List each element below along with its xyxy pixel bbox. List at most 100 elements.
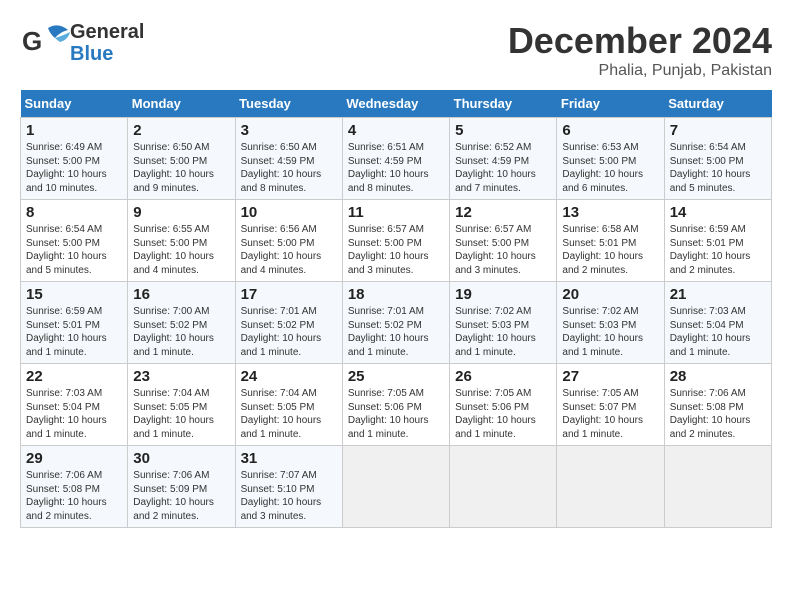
- day-number: 26: [455, 368, 551, 385]
- day-info: Sunrise: 6:54 AM Sunset: 5:00 PM Dayligh…: [670, 141, 766, 195]
- calendar-cell: 6 Sunrise: 6:53 AM Sunset: 5:00 PM Dayli…: [557, 118, 664, 200]
- calendar-week-row: 8 Sunrise: 6:54 AM Sunset: 5:00 PM Dayli…: [21, 200, 772, 282]
- calendar-week-row: 29 Sunrise: 7:06 AM Sunset: 5:08 PM Dayl…: [21, 446, 772, 528]
- day-number: 22: [26, 368, 122, 385]
- calendar-cell: 26 Sunrise: 7:05 AM Sunset: 5:06 PM Dayl…: [450, 364, 557, 446]
- day-info: Sunrise: 7:04 AM Sunset: 5:05 PM Dayligh…: [133, 387, 229, 441]
- header-friday: Friday: [557, 90, 664, 118]
- header-monday: Monday: [128, 90, 235, 118]
- logo-blue: Blue: [70, 43, 144, 65]
- day-number: 12: [455, 204, 551, 221]
- header-tuesday: Tuesday: [235, 90, 342, 118]
- calendar-cell: 3 Sunrise: 6:50 AM Sunset: 4:59 PM Dayli…: [235, 118, 342, 200]
- day-number: 31: [241, 450, 337, 467]
- calendar-week-row: 22 Sunrise: 7:03 AM Sunset: 5:04 PM Dayl…: [21, 364, 772, 446]
- calendar-week-row: 15 Sunrise: 6:59 AM Sunset: 5:01 PM Dayl…: [21, 282, 772, 364]
- day-number: 24: [241, 368, 337, 385]
- day-info: Sunrise: 7:03 AM Sunset: 5:04 PM Dayligh…: [670, 305, 766, 359]
- calendar-cell: 25 Sunrise: 7:05 AM Sunset: 5:06 PM Dayl…: [342, 364, 449, 446]
- calendar-cell: 14 Sunrise: 6:59 AM Sunset: 5:01 PM Dayl…: [664, 200, 771, 282]
- calendar-cell: 17 Sunrise: 7:01 AM Sunset: 5:02 PM Dayl…: [235, 282, 342, 364]
- day-info: Sunrise: 6:52 AM Sunset: 4:59 PM Dayligh…: [455, 141, 551, 195]
- header-wednesday: Wednesday: [342, 90, 449, 118]
- day-number: 27: [562, 368, 658, 385]
- day-info: Sunrise: 7:04 AM Sunset: 5:05 PM Dayligh…: [241, 387, 337, 441]
- day-info: Sunrise: 6:59 AM Sunset: 5:01 PM Dayligh…: [26, 305, 122, 359]
- calendar-cell: 12 Sunrise: 6:57 AM Sunset: 5:00 PM Dayl…: [450, 200, 557, 282]
- calendar-cell: 19 Sunrise: 7:02 AM Sunset: 5:03 PM Dayl…: [450, 282, 557, 364]
- day-info: Sunrise: 6:57 AM Sunset: 5:00 PM Dayligh…: [348, 223, 444, 277]
- calendar-cell: 27 Sunrise: 7:05 AM Sunset: 5:07 PM Dayl…: [557, 364, 664, 446]
- day-number: 18: [348, 286, 444, 303]
- calendar-cell: 21 Sunrise: 7:03 AM Sunset: 5:04 PM Dayl…: [664, 282, 771, 364]
- calendar-cell: 22 Sunrise: 7:03 AM Sunset: 5:04 PM Dayl…: [21, 364, 128, 446]
- calendar-cell: 5 Sunrise: 6:52 AM Sunset: 4:59 PM Dayli…: [450, 118, 557, 200]
- day-number: 4: [348, 122, 444, 139]
- calendar-cell: 10 Sunrise: 6:56 AM Sunset: 5:00 PM Dayl…: [235, 200, 342, 282]
- calendar-cell: 9 Sunrise: 6:55 AM Sunset: 5:00 PM Dayli…: [128, 200, 235, 282]
- day-info: Sunrise: 7:03 AM Sunset: 5:04 PM Dayligh…: [26, 387, 122, 441]
- day-number: 30: [133, 450, 229, 467]
- day-info: Sunrise: 7:06 AM Sunset: 5:09 PM Dayligh…: [133, 469, 229, 523]
- calendar-cell: [557, 446, 664, 528]
- calendar-cell: 24 Sunrise: 7:04 AM Sunset: 5:05 PM Dayl…: [235, 364, 342, 446]
- logo-general: General: [70, 21, 144, 43]
- location-title: Phalia, Punjab, Pakistan: [508, 62, 772, 80]
- day-number: 8: [26, 204, 122, 221]
- day-info: Sunrise: 7:01 AM Sunset: 5:02 PM Dayligh…: [241, 305, 337, 359]
- calendar-cell: 8 Sunrise: 6:54 AM Sunset: 5:00 PM Dayli…: [21, 200, 128, 282]
- day-info: Sunrise: 7:00 AM Sunset: 5:02 PM Dayligh…: [133, 305, 229, 359]
- calendar-cell: [342, 446, 449, 528]
- title-area: December 2024 Phalia, Punjab, Pakistan: [508, 20, 772, 80]
- svg-text:G: G: [22, 26, 42, 56]
- day-number: 11: [348, 204, 444, 221]
- day-number: 14: [670, 204, 766, 221]
- calendar-table: Sunday Monday Tuesday Wednesday Thursday…: [20, 90, 772, 528]
- day-info: Sunrise: 7:02 AM Sunset: 5:03 PM Dayligh…: [455, 305, 551, 359]
- day-info: Sunrise: 7:06 AM Sunset: 5:08 PM Dayligh…: [26, 469, 122, 523]
- header: G General Blue December 2024 Phalia, Pun…: [20, 20, 772, 80]
- day-info: Sunrise: 7:06 AM Sunset: 5:08 PM Dayligh…: [670, 387, 766, 441]
- calendar-week-row: 1 Sunrise: 6:49 AM Sunset: 5:00 PM Dayli…: [21, 118, 772, 200]
- day-number: 29: [26, 450, 122, 467]
- day-number: 19: [455, 286, 551, 303]
- calendar-cell: [450, 446, 557, 528]
- day-number: 3: [241, 122, 337, 139]
- day-number: 15: [26, 286, 122, 303]
- day-number: 28: [670, 368, 766, 385]
- day-number: 6: [562, 122, 658, 139]
- day-number: 5: [455, 122, 551, 139]
- day-number: 7: [670, 122, 766, 139]
- day-info: Sunrise: 6:49 AM Sunset: 5:00 PM Dayligh…: [26, 141, 122, 195]
- day-number: 9: [133, 204, 229, 221]
- day-number: 1: [26, 122, 122, 139]
- day-number: 16: [133, 286, 229, 303]
- month-title: December 2024: [508, 20, 772, 62]
- day-info: Sunrise: 6:56 AM Sunset: 5:00 PM Dayligh…: [241, 223, 337, 277]
- day-number: 10: [241, 204, 337, 221]
- day-number: 23: [133, 368, 229, 385]
- calendar-cell: 11 Sunrise: 6:57 AM Sunset: 5:00 PM Dayl…: [342, 200, 449, 282]
- day-info: Sunrise: 6:58 AM Sunset: 5:01 PM Dayligh…: [562, 223, 658, 277]
- day-number: 13: [562, 204, 658, 221]
- calendar-cell: 4 Sunrise: 6:51 AM Sunset: 4:59 PM Dayli…: [342, 118, 449, 200]
- logo-icon: G: [20, 20, 75, 65]
- calendar-cell: 31 Sunrise: 7:07 AM Sunset: 5:10 PM Dayl…: [235, 446, 342, 528]
- day-info: Sunrise: 6:53 AM Sunset: 5:00 PM Dayligh…: [562, 141, 658, 195]
- calendar-cell: 13 Sunrise: 6:58 AM Sunset: 5:01 PM Dayl…: [557, 200, 664, 282]
- calendar-cell: 28 Sunrise: 7:06 AM Sunset: 5:08 PM Dayl…: [664, 364, 771, 446]
- calendar-cell: 1 Sunrise: 6:49 AM Sunset: 5:00 PM Dayli…: [21, 118, 128, 200]
- calendar-cell: 18 Sunrise: 7:01 AM Sunset: 5:02 PM Dayl…: [342, 282, 449, 364]
- day-info: Sunrise: 7:01 AM Sunset: 5:02 PM Dayligh…: [348, 305, 444, 359]
- day-number: 17: [241, 286, 337, 303]
- day-headers-row: Sunday Monday Tuesday Wednesday Thursday…: [21, 90, 772, 118]
- day-info: Sunrise: 6:55 AM Sunset: 5:00 PM Dayligh…: [133, 223, 229, 277]
- day-info: Sunrise: 7:02 AM Sunset: 5:03 PM Dayligh…: [562, 305, 658, 359]
- day-info: Sunrise: 6:50 AM Sunset: 4:59 PM Dayligh…: [241, 141, 337, 195]
- day-info: Sunrise: 6:50 AM Sunset: 5:00 PM Dayligh…: [133, 141, 229, 195]
- day-info: Sunrise: 6:59 AM Sunset: 5:01 PM Dayligh…: [670, 223, 766, 277]
- calendar-cell: 16 Sunrise: 7:00 AM Sunset: 5:02 PM Dayl…: [128, 282, 235, 364]
- day-info: Sunrise: 7:05 AM Sunset: 5:06 PM Dayligh…: [348, 387, 444, 441]
- day-number: 2: [133, 122, 229, 139]
- day-info: Sunrise: 6:54 AM Sunset: 5:00 PM Dayligh…: [26, 223, 122, 277]
